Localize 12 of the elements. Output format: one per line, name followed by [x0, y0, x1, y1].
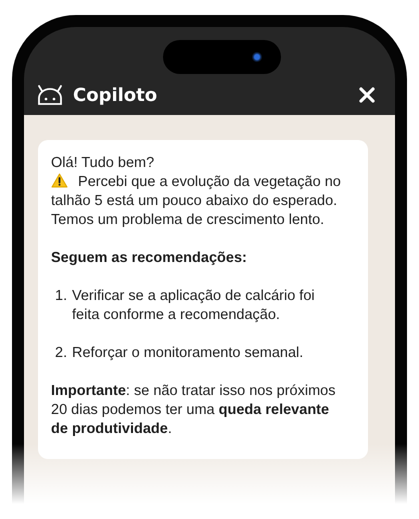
alert-text: Percebi que a evolução da vegetação no talhão 5 está um pouco abaixo do esperado. Temos um problema de crescimento lento.	[51, 173, 342, 230]
greeting-text: Olá! Tudo bem?	[51, 154, 156, 173]
warning-icon	[51, 173, 68, 188]
recommendation-text: Reforçar o monitoramento semanal.	[72, 344, 304, 363]
recommendations-heading: Seguem as recomendações:	[51, 249, 248, 268]
recommendation-text: Verificar se a aplicação de calcário foi feita conforme a recomendação.	[72, 287, 316, 325]
list-number: 1.	[55, 287, 68, 306]
close-icon[interactable]	[359, 87, 375, 103]
important-note: Importante: se não tratar isso nos próximos 20 dias podemos ter uma queda relevante de produtividade.	[51, 382, 336, 439]
list-number: 2.	[55, 344, 68, 363]
app-title: Copiloto	[73, 84, 158, 106]
robot-icon	[36, 84, 64, 106]
